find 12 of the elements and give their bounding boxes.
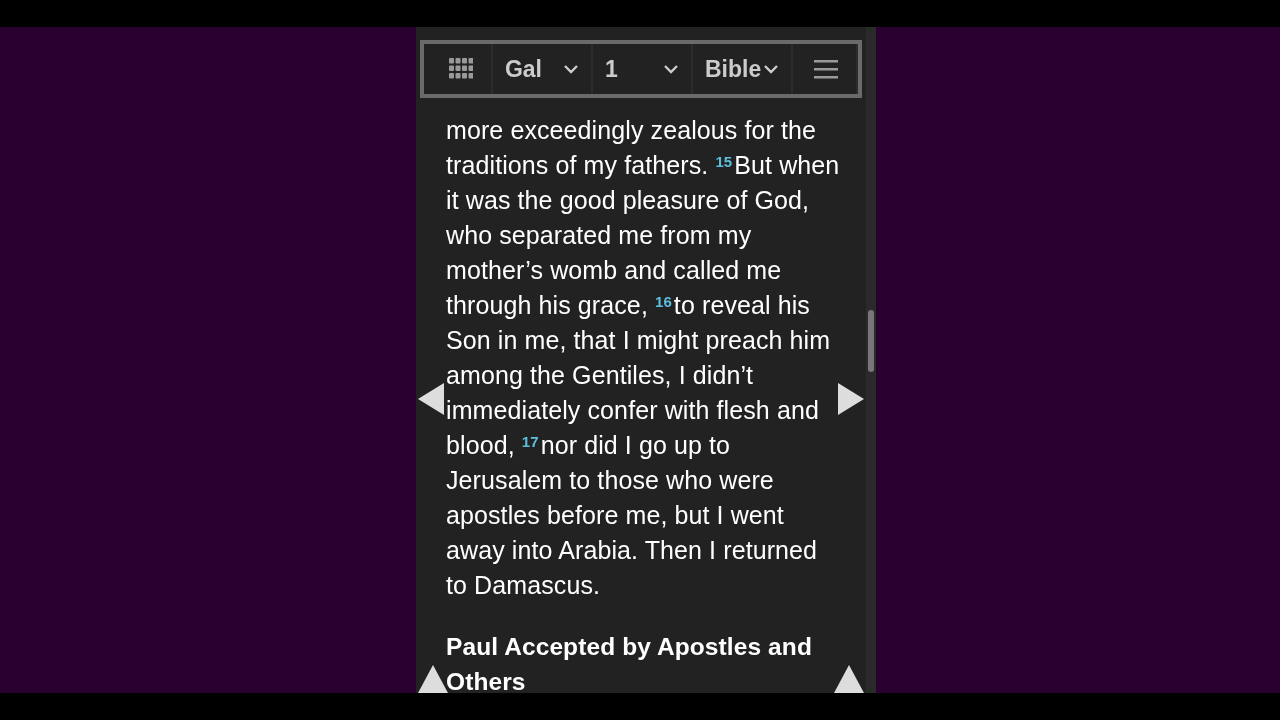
- scrollbar[interactable]: [866, 27, 876, 693]
- up-arrow-icon[interactable]: [418, 665, 448, 693]
- next-arrow-icon[interactable]: [838, 383, 864, 415]
- grid-icon: [449, 58, 473, 80]
- previous-arrow-icon[interactable]: [418, 383, 444, 415]
- bible-passage: more exceedingly zealous for the traditions of my fathers. $^{15}$ But when it was the good pleasure of God, who separated me from my mother’s womb and called me through his grace, $^{16}$to reveal his Son in me, that I might preach him among the Gentiles, I didn’t immediately confer with flesh and blood, $^{17}$ nor did I go up to Jerusalem to those who were apostles before me, but I went away into Arabia. Then I returned to Damascus.: [446, 115, 841, 601]
- chevron-down-icon: [562, 64, 579, 74]
- chevron-down-icon: [763, 64, 779, 74]
- chevron-down-icon: [662, 64, 679, 74]
- section-heading: Paul Accepted by Apostles and Others: [446, 632, 813, 693]
- up-arrow-icon[interactable]: [834, 665, 864, 693]
- menu-icon: [814, 59, 838, 79]
